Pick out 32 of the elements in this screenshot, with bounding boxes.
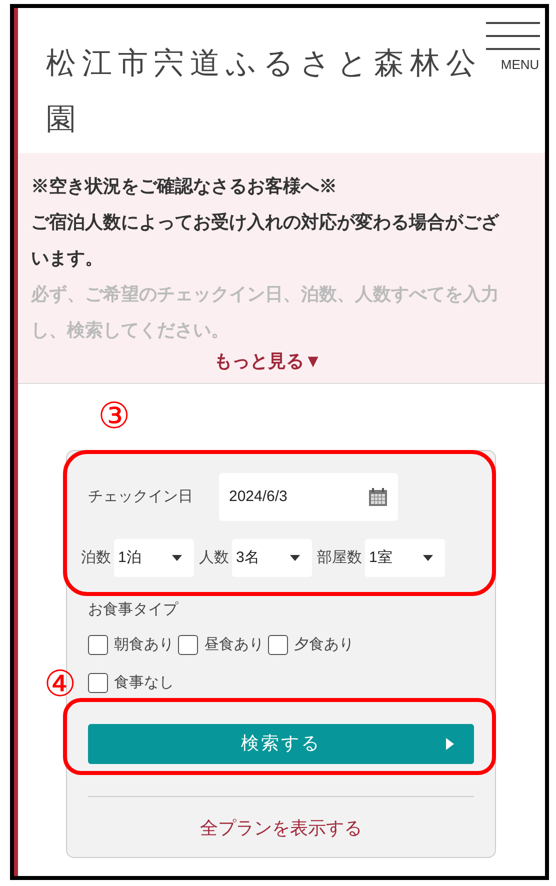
annotation-number: ④ <box>44 666 76 702</box>
search-button[interactable]: 検索する <box>88 724 474 764</box>
dropdown-icon <box>172 555 182 561</box>
select-field[interactable]: 1泊 <box>114 539 194 577</box>
dropdown-icon <box>290 555 300 561</box>
calendar-icon <box>368 487 388 507</box>
annotation-number: ③ <box>98 398 130 434</box>
checkbox[interactable] <box>268 634 288 654</box>
select-field[interactable]: 1室 <box>365 539 445 577</box>
checkbox[interactable] <box>88 634 108 654</box>
menu-button[interactable]: MENU <box>485 20 541 82</box>
dropdown-icon <box>423 555 433 561</box>
checkbox[interactable] <box>88 672 108 693</box>
notice-text: ※空き状況をご確認なさるお客様へ※ <box>31 175 338 198</box>
checkbox[interactable] <box>178 634 198 654</box>
all-plans-link[interactable]: 全プランを表示する <box>200 814 362 842</box>
page-title: 松江市宍道ふるさと森林公園 <box>46 46 483 138</box>
checkin-label: チェックイン日 <box>88 486 193 507</box>
meal-type-label: お食事タイプ <box>88 600 180 620</box>
notice-text: ご宿泊人数によってお受け入れの対応が変わる場合がございます。 <box>31 211 500 270</box>
show-more-link[interactable]: もっと見る▼ <box>214 348 322 375</box>
play-icon <box>446 738 454 750</box>
notice-text: 必ず、ご希望のチェックイン日、泊数、人数すべてを入力し、検索してください。 <box>31 283 500 342</box>
select-label: 部屋数 <box>316 548 363 568</box>
checkbox-label: 食事なし <box>114 674 174 691</box>
select-label: 泊数 <box>80 548 112 568</box>
date-field[interactable]: 2024/6/3 <box>219 473 398 521</box>
select-field[interactable]: 3名 <box>232 539 312 577</box>
checkbox-label: 朝食あり <box>114 636 174 652</box>
checkbox-label: 夕食あり <box>294 636 354 652</box>
select-label: 人数 <box>198 548 230 568</box>
checkbox-label: 昼食あり <box>204 636 264 652</box>
